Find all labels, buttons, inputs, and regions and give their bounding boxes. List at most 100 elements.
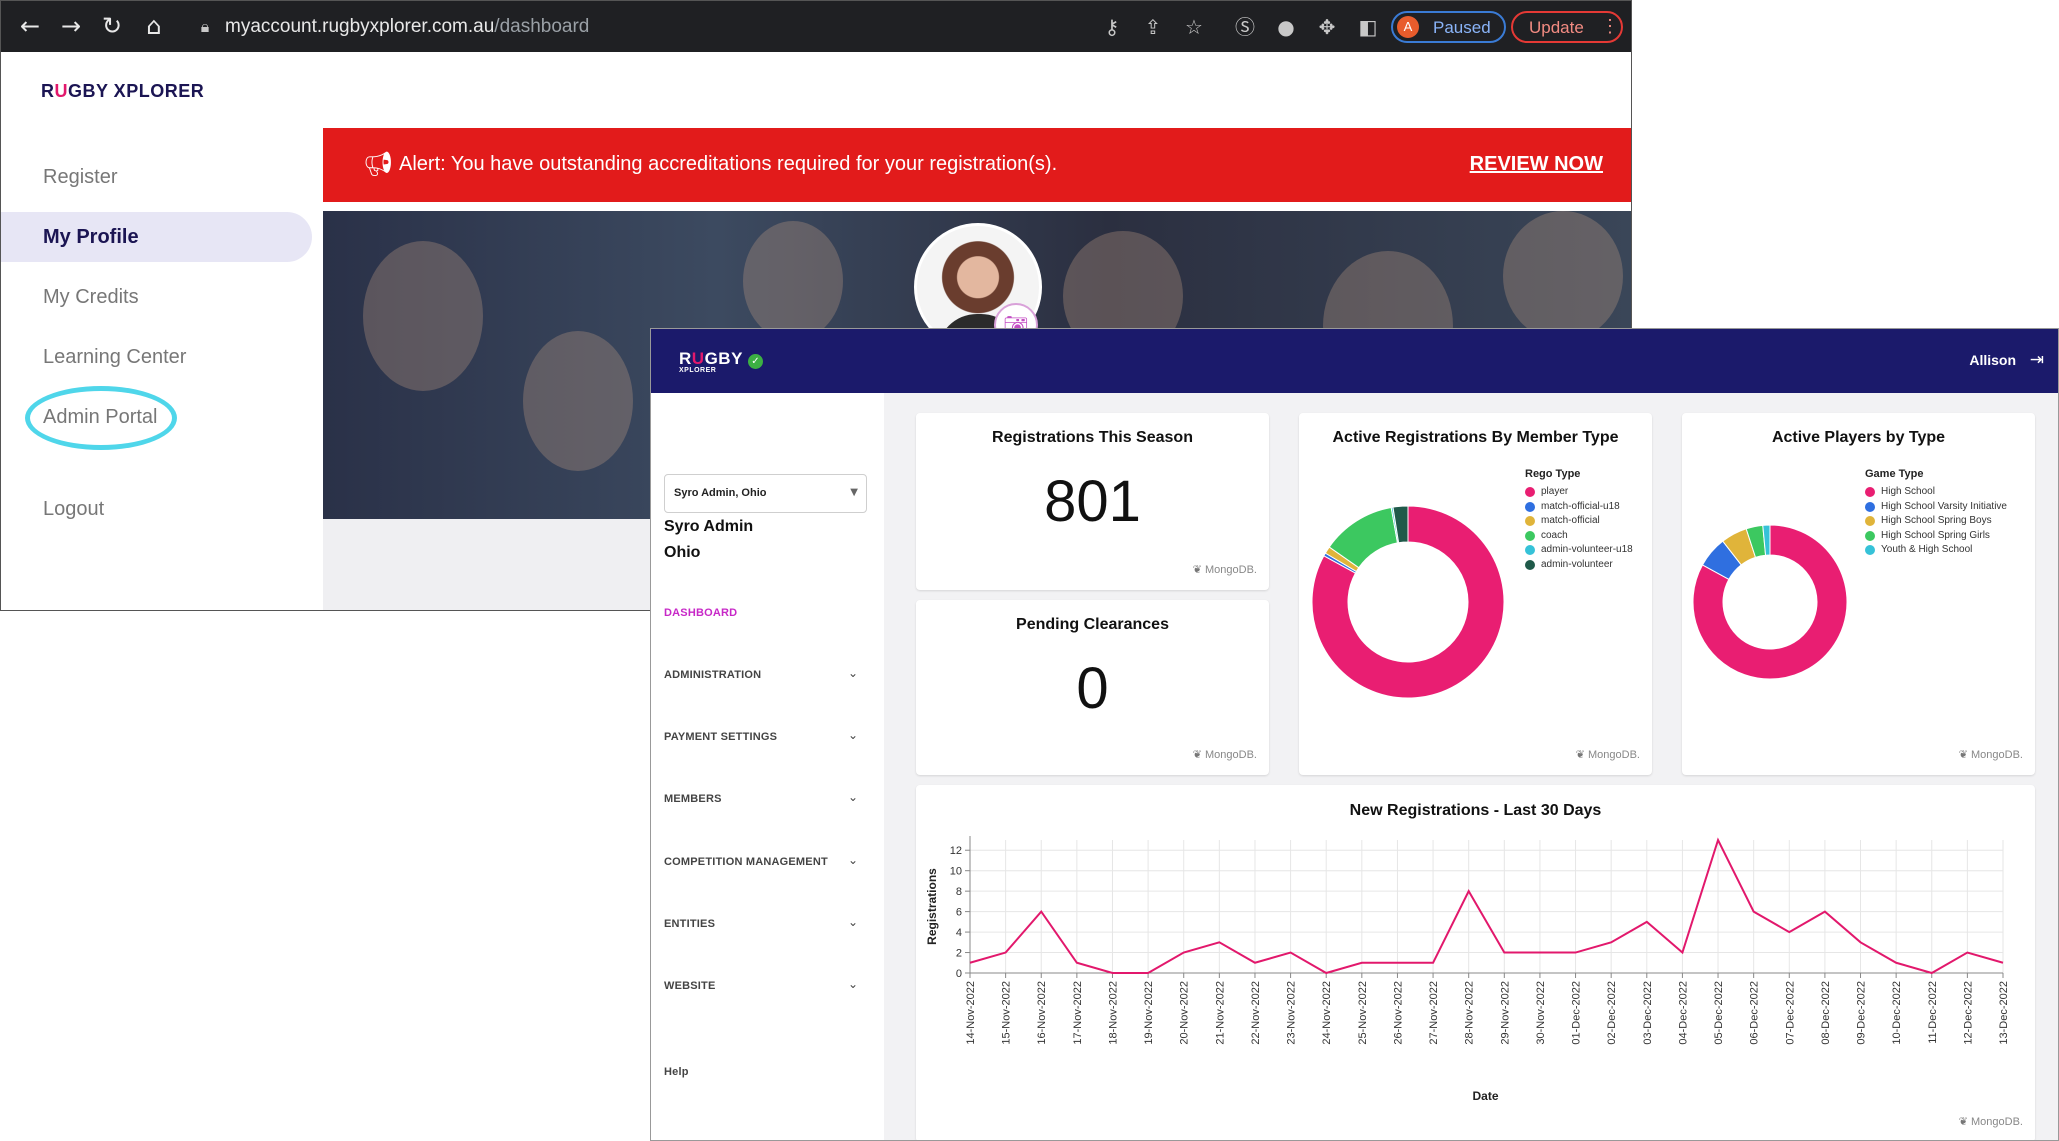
data-point[interactable] xyxy=(1609,940,1614,945)
data-point[interactable] xyxy=(1965,950,1970,955)
data-point[interactable] xyxy=(1039,909,1044,914)
data-point[interactable] xyxy=(1502,950,1507,955)
data-point[interactable] xyxy=(1288,950,1293,955)
x-tick-label: 13-Dec-2022 xyxy=(1998,981,2010,1045)
data-point[interactable] xyxy=(1466,889,1471,894)
organisation-select[interactable]: Syro Admin, Ohio ▼ xyxy=(664,474,867,513)
legend-label: High School Spring Boys xyxy=(1881,515,1992,526)
data-point[interactable] xyxy=(1217,940,1222,945)
profile-button[interactable]: A Paused xyxy=(1391,11,1506,43)
extension-bubble-icon[interactable]: ● xyxy=(1272,13,1300,41)
menu-item-logout[interactable]: Logout xyxy=(43,498,104,521)
chevron-down-icon: ▼ xyxy=(850,487,858,498)
x-tick-label: 01-Dec-2022 xyxy=(1571,981,1583,1045)
nav-help[interactable]: Help xyxy=(664,1066,689,1078)
data-point[interactable] xyxy=(1644,919,1649,924)
data-point[interactable] xyxy=(1181,950,1186,955)
rugby-xplorer-logo[interactable]: RUGBY XPLORER xyxy=(41,81,204,102)
chevron-down-icon[interactable]: ⌄ xyxy=(848,853,858,867)
review-now-link[interactable]: REVIEW NOW xyxy=(1470,153,1603,176)
menu-item-my-profile[interactable]: My Profile xyxy=(43,226,139,249)
data-point[interactable] xyxy=(1324,971,1329,976)
forward-arrow-icon[interactable]: → xyxy=(54,9,88,43)
legend-label: High School Varsity Initiative xyxy=(1881,500,2007,512)
logout-icon[interactable]: ⇥ xyxy=(2030,350,2044,370)
admin-logo[interactable]: RUGBY xyxy=(679,349,743,369)
data-point[interactable] xyxy=(2001,960,2006,965)
nav-entities[interactable]: ENTITIES xyxy=(664,918,715,930)
x-tick-label: 04-Dec-2022 xyxy=(1677,981,1689,1045)
chevron-down-icon[interactable]: ⌄ xyxy=(848,666,858,680)
data-point[interactable] xyxy=(1787,930,1792,935)
data-point[interactable] xyxy=(1359,960,1364,965)
data-point[interactable] xyxy=(1003,950,1008,955)
x-tick-label: 28-Nov-2022 xyxy=(1464,981,1476,1045)
chevron-down-icon[interactable]: ⌄ xyxy=(848,728,858,742)
legend-swatch xyxy=(1525,559,1535,570)
nav-payment-settings[interactable]: PAYMENT SETTINGS xyxy=(664,731,777,743)
profile-avatar: A xyxy=(1397,16,1419,38)
legend-label: admin-volunteer-u18 xyxy=(1541,544,1633,555)
legend-swatch xyxy=(1865,501,1875,512)
legend-label: Youth & High School xyxy=(1881,544,1973,555)
profile-status: Paused xyxy=(1433,18,1491,37)
reload-icon[interactable]: ↻ xyxy=(95,9,129,43)
data-point[interactable] xyxy=(968,960,973,965)
admin-sidebar: Syro Admin, Ohio ▼ Syro Admin Ohio DASHB… xyxy=(651,393,884,1140)
nav-competition-management[interactable]: COMPETITION MANAGEMENT xyxy=(664,856,828,868)
legend-swatch xyxy=(1525,501,1535,512)
x-tick-label: 05-Dec-2022 xyxy=(1713,981,1725,1045)
chevron-down-icon[interactable]: ⌄ xyxy=(848,977,858,991)
data-point[interactable] xyxy=(1751,909,1756,914)
alert-banner: 📢︎ Alert: You have outstanding accredita… xyxy=(323,128,1631,202)
side-panel-icon[interactable]: ◧ xyxy=(1354,13,1382,41)
chevron-down-icon[interactable]: ⌄ xyxy=(848,915,858,929)
nav-dashboard[interactable]: DASHBOARD xyxy=(664,607,737,619)
data-point[interactable] xyxy=(1858,940,1863,945)
x-tick-label: 07-Dec-2022 xyxy=(1784,981,1796,1045)
logo-part: GBY XPLORER xyxy=(68,81,205,101)
data-point[interactable] xyxy=(1894,960,1899,965)
data-point[interactable] xyxy=(1680,950,1685,955)
y-tick-label: 6 xyxy=(956,907,962,919)
home-icon[interactable]: ⌂ xyxy=(137,9,171,43)
nav-website[interactable]: WEBSITE xyxy=(664,980,716,992)
data-point[interactable] xyxy=(1110,971,1115,976)
admin-logo-sub: XPLORER xyxy=(679,367,717,374)
x-tick-label: 08-Dec-2022 xyxy=(1820,981,1832,1045)
data-point[interactable] xyxy=(1074,960,1079,965)
data-point[interactable] xyxy=(1929,971,1934,976)
extension-s-icon[interactable]: Ⓢ xyxy=(1231,13,1259,41)
key-icon[interactable]: ⚷ xyxy=(1098,13,1126,41)
y-tick-label: 12 xyxy=(950,845,962,857)
data-point[interactable] xyxy=(1252,960,1257,965)
data-point[interactable] xyxy=(1822,909,1827,914)
menu-item-my-credits[interactable]: My Credits xyxy=(43,286,139,309)
legend-swatch xyxy=(1525,516,1535,526)
star-icon[interactable]: ☆ xyxy=(1180,13,1208,41)
nav-administration[interactable]: ADMINISTRATION xyxy=(664,669,761,681)
admin-window: RUGBY XPLORER ✓ Allison ⇥ Syro Admin, Oh… xyxy=(650,328,2059,1141)
data-point[interactable] xyxy=(1716,838,1721,843)
x-tick-label: 20-Nov-2022 xyxy=(1179,981,1191,1045)
address-bar[interactable]: 🔒︎ myaccount.rugbyxplorer.com.au/dashboa… xyxy=(187,9,1087,45)
card-title: Registrations This Season xyxy=(992,429,1193,446)
x-tick-label: 09-Dec-2022 xyxy=(1856,981,1868,1045)
puzzle-icon[interactable]: ✥ xyxy=(1313,13,1341,41)
nav-members[interactable]: MEMBERS xyxy=(664,793,722,805)
data-point[interactable] xyxy=(1537,950,1542,955)
data-point[interactable] xyxy=(1431,960,1436,965)
data-point[interactable] xyxy=(1146,971,1151,976)
x-tick-label: 06-Dec-2022 xyxy=(1749,981,1761,1045)
data-point[interactable] xyxy=(1573,950,1578,955)
user-name[interactable]: Allison xyxy=(1969,352,2016,368)
data-point[interactable] xyxy=(1395,960,1400,965)
chevron-down-icon[interactable]: ⌄ xyxy=(848,790,858,804)
back-arrow-icon[interactable]: ← xyxy=(13,9,47,43)
menu-item-register[interactable]: Register xyxy=(43,166,117,189)
y-tick-label: 4 xyxy=(956,927,962,939)
legend-label: High School xyxy=(1881,486,1935,497)
share-icon[interactable]: ⇪ xyxy=(1139,13,1167,41)
update-button[interactable]: Update ⋮ xyxy=(1511,11,1623,43)
menu-item-learning-center[interactable]: Learning Center xyxy=(43,346,186,369)
